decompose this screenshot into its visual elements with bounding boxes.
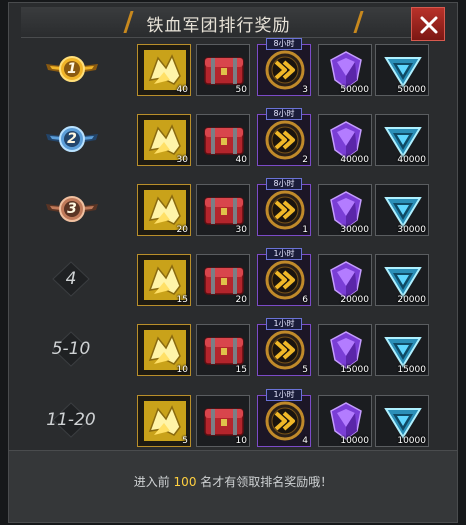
item-quantity: 5	[302, 365, 308, 375]
rank-cell: 5-10	[21, 318, 121, 380]
reward-row: 11-20 5 10 1小时 4 10000 10000	[21, 389, 431, 451]
item-quantity: 10000	[397, 436, 426, 446]
reward-item[interactable]: 10	[196, 395, 250, 447]
footer-suffix: 名才有领取排名奖励哦！	[200, 475, 333, 489]
reward-item[interactable]: 1小时 6	[257, 248, 311, 306]
item-quantity: 50000	[397, 85, 426, 95]
reward-item[interactable]: 15	[137, 254, 191, 306]
duration-tag: 8小时	[266, 38, 302, 50]
reward-item[interactable]: 40	[196, 114, 250, 166]
reward-item[interactable]: 20000	[318, 254, 372, 306]
item-quantity: 10	[176, 365, 188, 375]
footer-note: 进入前 100 名才有领取排名奖励哦！	[9, 473, 457, 490]
reward-item[interactable]: 30	[137, 114, 191, 166]
reward-item[interactable]: 1小时 4	[257, 389, 311, 447]
item-quantity: 20	[235, 295, 247, 305]
item-quantity: 15	[235, 365, 247, 375]
rank-label: 5-10	[51, 339, 91, 359]
item-quantity: 10	[235, 436, 247, 446]
item-quantity: 30	[235, 225, 247, 235]
reward-item[interactable]: 10000	[375, 395, 429, 447]
reward-item[interactable]: 15000	[375, 324, 429, 376]
rank-label: 2	[67, 131, 77, 147]
footer-count: 100	[173, 475, 197, 489]
reward-item[interactable]: 50	[196, 44, 250, 96]
reward-row: 5-10 10 15 1小时 5 15000 15000	[21, 318, 431, 380]
reward-item[interactable]: 10000	[318, 395, 372, 447]
item-quantity: 50	[235, 85, 247, 95]
item-quantity: 6	[302, 295, 308, 305]
rank-cell: 3	[21, 178, 121, 240]
bronze-medal-icon: 3	[46, 194, 98, 224]
item-quantity: 40	[176, 85, 188, 95]
item-quantity: 3	[302, 85, 308, 95]
duration-tag: 1小时	[266, 248, 302, 260]
reward-item[interactable]: 30	[196, 184, 250, 236]
reward-item[interactable]: 20	[196, 254, 250, 306]
footer-prefix: 进入前	[133, 475, 170, 489]
close-icon	[420, 16, 438, 34]
item-quantity: 15000	[340, 365, 369, 375]
rank-label: 11-20	[46, 410, 96, 430]
rank-cell: 4	[21, 248, 121, 310]
reward-item[interactable]: 50000	[375, 44, 429, 96]
rank-cell: 1	[21, 38, 121, 100]
item-quantity: 20000	[397, 295, 426, 305]
reward-item[interactable]: 15	[196, 324, 250, 376]
rank-label: 1	[67, 61, 77, 77]
item-quantity: 30000	[340, 225, 369, 235]
rank-label: 4	[65, 269, 77, 289]
reward-item[interactable]: 30000	[375, 184, 429, 236]
item-quantity: 20	[176, 225, 188, 235]
item-quantity: 15000	[397, 365, 426, 375]
reward-item[interactable]: 40	[137, 44, 191, 96]
reward-panel: 铁血军团排行奖励 1 40 50 8小时 3 50000 50000 2 30 40 8小时 2 400…	[8, 2, 458, 523]
item-quantity: 4	[302, 436, 308, 446]
header-bar: 铁血军团排行奖励	[21, 7, 416, 38]
duration-tag: 1小时	[266, 318, 302, 330]
rank-cell: 2	[21, 108, 121, 170]
item-quantity: 10000	[340, 436, 369, 446]
duration-tag: 8小时	[266, 178, 302, 190]
item-quantity: 30000	[397, 225, 426, 235]
reward-item[interactable]: 8小时 3	[257, 38, 311, 96]
item-quantity: 50000	[340, 85, 369, 95]
duration-tag: 8小时	[266, 108, 302, 120]
reward-item[interactable]: 40000	[318, 114, 372, 166]
rank-label: 3	[67, 201, 77, 217]
item-quantity: 1	[302, 225, 308, 235]
item-quantity: 40000	[397, 155, 426, 165]
item-quantity: 15	[176, 295, 188, 305]
reward-item[interactable]: 20000	[375, 254, 429, 306]
reward-item[interactable]: 8小时 1	[257, 178, 311, 236]
reward-item[interactable]: 50000	[318, 44, 372, 96]
reward-item[interactable]: 20	[137, 184, 191, 236]
item-quantity: 5	[182, 436, 188, 446]
reward-item[interactable]: 30000	[318, 184, 372, 236]
rank-cell: 11-20	[21, 389, 121, 451]
reward-item[interactable]: 8小时 2	[257, 108, 311, 166]
reward-item[interactable]: 15000	[318, 324, 372, 376]
item-quantity: 2	[302, 155, 308, 165]
reward-item[interactable]: 40000	[375, 114, 429, 166]
item-quantity: 40000	[340, 155, 369, 165]
item-quantity: 20000	[340, 295, 369, 305]
silver-medal-icon: 2	[46, 124, 98, 154]
reward-row: 3 20 30 8小时 1 30000 30000	[21, 178, 431, 240]
item-quantity: 30	[176, 155, 188, 165]
item-quantity: 40	[235, 155, 247, 165]
reward-item[interactable]: 5	[137, 395, 191, 447]
gold-medal-icon: 1	[46, 54, 98, 84]
reward-row: 2 30 40 8小时 2 40000 40000	[21, 108, 431, 170]
reward-item[interactable]: 1小时 5	[257, 318, 311, 376]
duration-tag: 1小时	[266, 389, 302, 401]
reward-item[interactable]: 10	[137, 324, 191, 376]
footer: 进入前 100 名才有领取排名奖励哦！	[9, 450, 457, 522]
reward-row: 1 40 50 8小时 3 50000 50000	[21, 38, 431, 100]
close-button[interactable]	[411, 7, 445, 41]
reward-row: 4 15 20 1小时 6 20000 20000	[21, 248, 431, 310]
